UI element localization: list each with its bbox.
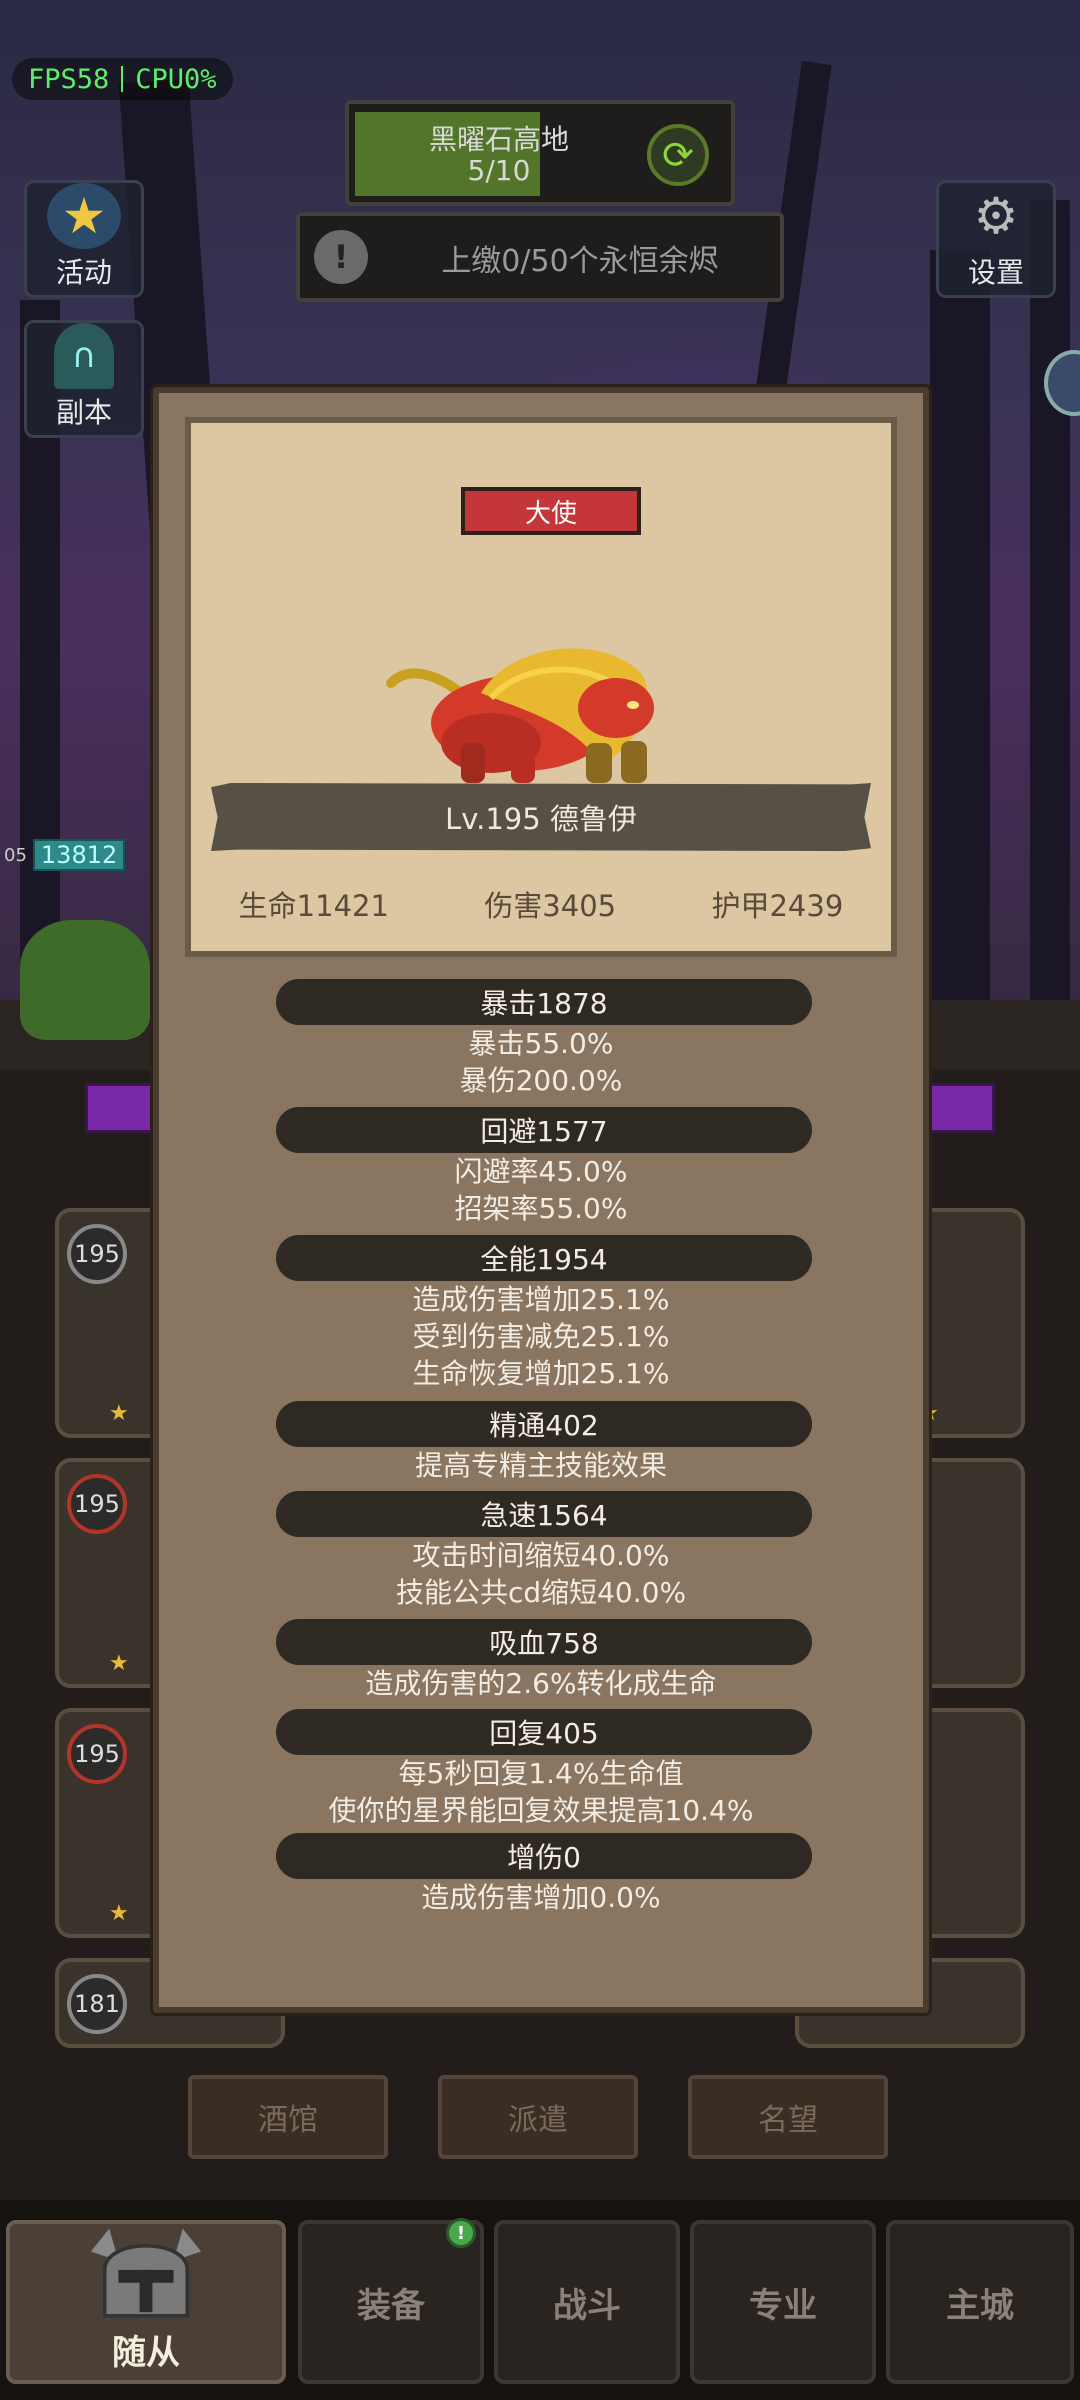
tab-dispatch[interactable]: 派遣 bbox=[438, 2075, 638, 2159]
stat-header-text: 回避1577 bbox=[480, 1115, 608, 1148]
stage-progress-text: 5/10 bbox=[467, 154, 531, 187]
armor-stat: 护甲2439 bbox=[711, 889, 844, 923]
dungeon-gate-icon: ∩ bbox=[54, 323, 114, 389]
tab-tavern[interactable]: 酒馆 bbox=[188, 2075, 388, 2159]
dead-tree bbox=[1030, 200, 1070, 1100]
dungeon-label: 副本 bbox=[55, 396, 112, 429]
star-icon: ★ bbox=[47, 183, 121, 249]
nav-equipment-label: 装备 bbox=[357, 2285, 425, 2326]
stat-header-text: 回复405 bbox=[489, 1717, 599, 1750]
activity-label: 活动 bbox=[55, 256, 112, 289]
nav-battle[interactable]: 战斗 bbox=[494, 2220, 680, 2384]
stat-header-mastery: 精通402 bbox=[276, 1401, 812, 1447]
nav-followers-label: 随从 bbox=[112, 2333, 180, 2373]
stat-line: 受到伤害减免25.1% bbox=[412, 1320, 670, 1353]
stat-line: 闪避率45.0% bbox=[454, 1155, 628, 1188]
stage-name: 黑曜石高地 bbox=[428, 123, 569, 156]
hero-name-banner: Lv.195 德鲁伊 bbox=[211, 783, 871, 851]
helmet-icon bbox=[90, 2228, 202, 2318]
tab-reputation[interactable]: 名望 bbox=[688, 2075, 888, 2159]
nav-battle-label: 战斗 bbox=[553, 2285, 621, 2326]
nav-main-city-label: 主城 bbox=[946, 2285, 1014, 2326]
stat-header-regen: 回复405 bbox=[276, 1709, 812, 1755]
damage-stat: 伤害3405 bbox=[484, 889, 617, 923]
star-icon: ★ bbox=[109, 1901, 129, 1926]
stat-line: 提高专精主技能效果 bbox=[414, 1449, 667, 1482]
stat-header-text: 急速1564 bbox=[480, 1499, 608, 1532]
hero-level-badge: 195 bbox=[67, 1724, 127, 1784]
stat-header-avoidance: 回避1577 bbox=[276, 1107, 812, 1153]
refresh-icon[interactable]: ⟳ bbox=[647, 124, 709, 186]
cpu-value: CPU0% bbox=[135, 63, 217, 95]
stat-line: 生命恢复增加25.1% bbox=[412, 1357, 670, 1390]
hero-level-badge: 195 bbox=[67, 1474, 127, 1534]
nav-profession-label: 专业 bbox=[749, 2285, 817, 2326]
stat-header-crit: 暴击1878 bbox=[276, 979, 812, 1025]
hero-sprite bbox=[20, 920, 150, 1040]
stat-line: 暴击55.0% bbox=[468, 1027, 614, 1060]
hp-stat: 生命11421 bbox=[238, 889, 389, 923]
stat-header-text: 吸血758 bbox=[489, 1627, 599, 1660]
dungeon-button[interactable]: ∩ 副本 bbox=[24, 320, 144, 438]
fps-value: FPS58 bbox=[28, 63, 110, 95]
star-icon: ★ bbox=[109, 1401, 129, 1426]
alert-icon: ! bbox=[314, 230, 368, 284]
nav-profession[interactable]: 专业 bbox=[690, 2220, 876, 2384]
star-icon: ★ bbox=[109, 1651, 129, 1676]
stat-line: 招架率55.0% bbox=[454, 1192, 628, 1225]
hp-tag-value: 13812 bbox=[32, 839, 126, 871]
stat-header-text: 增伤0 bbox=[507, 1841, 581, 1874]
stage-progress-panel[interactable]: 黑曜石高地 5/10 ⟳ bbox=[345, 100, 735, 206]
stat-line: 攻击时间缩短40.0% bbox=[412, 1539, 670, 1572]
stat-line: 造成伤害的2.6%转化成生命 bbox=[365, 1667, 717, 1700]
stat-header-text: 精通402 bbox=[489, 1409, 599, 1442]
divider bbox=[121, 66, 124, 92]
nav-main-city[interactable]: 主城 bbox=[886, 2220, 1074, 2384]
settings-label: 设置 bbox=[967, 256, 1024, 289]
quest-text: 上缴0/50个永恒余烬 bbox=[441, 244, 719, 279]
stat-line: 暴伤200.0% bbox=[459, 1064, 623, 1097]
stat-line: 造成伤害增加0.0% bbox=[421, 1881, 661, 1914]
hero-type-badge: 大使 bbox=[461, 487, 641, 535]
stat-line: 技能公共cd缩短40.0% bbox=[395, 1576, 687, 1609]
notification-badge: ! bbox=[446, 2218, 476, 2248]
stat-line: 造成伤害增加25.1% bbox=[412, 1283, 670, 1316]
hero-level-badge: 181 bbox=[67, 1974, 127, 2034]
fps-counter: FPS58 CPU0% bbox=[12, 58, 233, 100]
stat-header-haste: 急速1564 bbox=[276, 1491, 812, 1537]
hero-level-badge: 195 bbox=[67, 1224, 127, 1284]
stat-line: 每5秒回复1.4%生命值 bbox=[398, 1757, 684, 1790]
nav-followers[interactable]: 随从 bbox=[6, 2220, 286, 2384]
base-stats-row: 生命11421 伤害3405 护甲2439 bbox=[191, 883, 891, 933]
stat-header-damage-increase: 增伤0 bbox=[276, 1833, 812, 1879]
stat-header-versatility: 全能1954 bbox=[276, 1235, 812, 1281]
activity-button[interactable]: ★ 活动 bbox=[24, 180, 144, 298]
hp-tag-prefix: 05 bbox=[4, 844, 27, 866]
stat-line: 使你的星界能回复效果提高10.4% bbox=[328, 1794, 754, 1827]
gear-icon: ⚙ bbox=[973, 187, 1019, 245]
hero-detail-modal[interactable]: 大使 Lv.195 德鲁伊 生命11421 伤害3405 护甲2439 暴击18… bbox=[153, 387, 929, 2013]
settings-button[interactable]: ⚙ 设置 bbox=[936, 180, 1056, 298]
stat-header-leech: 吸血758 bbox=[276, 1619, 812, 1665]
stat-header-text: 暴击1878 bbox=[480, 987, 608, 1020]
hero-hp-tag: 05 13812 bbox=[0, 838, 135, 872]
quest-bar[interactable]: ! 上缴0/50个永恒余烬 bbox=[296, 212, 784, 302]
hero-info-card: 大使 Lv.195 德鲁伊 生命11421 伤害3405 护甲2439 bbox=[185, 417, 897, 957]
druid-lion-creature-image bbox=[386, 648, 654, 783]
stat-header-text: 全能1954 bbox=[480, 1243, 608, 1276]
